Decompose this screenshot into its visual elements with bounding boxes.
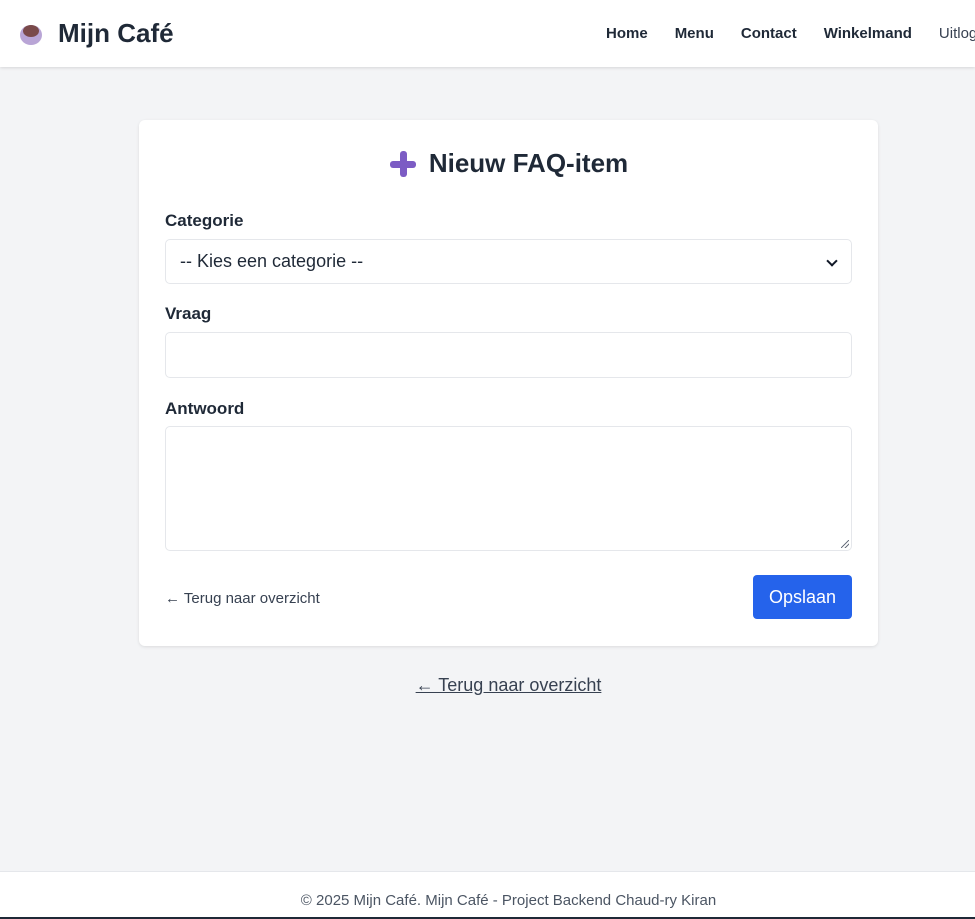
answer-label: Antwoord [165, 399, 245, 418]
question-label: Vraag [165, 304, 212, 323]
nav-contact[interactable]: Contact [741, 25, 797, 42]
nav-menu[interactable]: Menu [675, 25, 714, 42]
nav-home[interactable]: Home [606, 25, 648, 42]
page-title: Nieuw FAQ-item [428, 148, 629, 178]
bottom-back-link[interactable]: ← Terug naar overzicht [416, 675, 602, 695]
nav-logout[interactable]: Uitlog [939, 25, 975, 42]
back-to-overview-link[interactable]: ← Terug naar overzicht [165, 590, 320, 607]
footer-text: © 2025 Mijn Café. Mijn Café - Project Ba… [300, 891, 717, 909]
brand[interactable]: Mijn Café [18, 18, 174, 49]
category-label: Categorie [165, 211, 244, 230]
save-button[interactable]: Opslaan [753, 575, 852, 619]
faq-form-card: Nieuw FAQ-item Categorie -- Kies een cat… [139, 120, 878, 646]
nav-cart[interactable]: Winkelmand [824, 25, 912, 42]
resize-handle-icon[interactable] [841, 540, 849, 548]
footer: © 2025 Mijn Café. Mijn Café - Project Ba… [0, 871, 975, 919]
nav-links: Home Menu Contact Winkelmand Uitlog [606, 0, 975, 67]
plus-icon [389, 150, 417, 178]
brand-name: Mijn Café [58, 18, 174, 48]
question-input[interactable] [165, 332, 852, 378]
form-header: Nieuw FAQ-item [139, 148, 878, 179]
category-selected-value: -- Kies een categorie -- [180, 251, 364, 271]
answer-textarea[interactable] [165, 426, 852, 551]
coffee-cup-icon [18, 21, 44, 47]
bottom-back-link-wrap: ← Terug naar overzicht [0, 675, 975, 696]
navbar: Mijn Café Home Menu Contact Winkelmand U… [0, 0, 975, 67]
category-select[interactable]: -- Kies een categorie -- [165, 239, 852, 284]
chevron-down-icon [827, 257, 837, 267]
